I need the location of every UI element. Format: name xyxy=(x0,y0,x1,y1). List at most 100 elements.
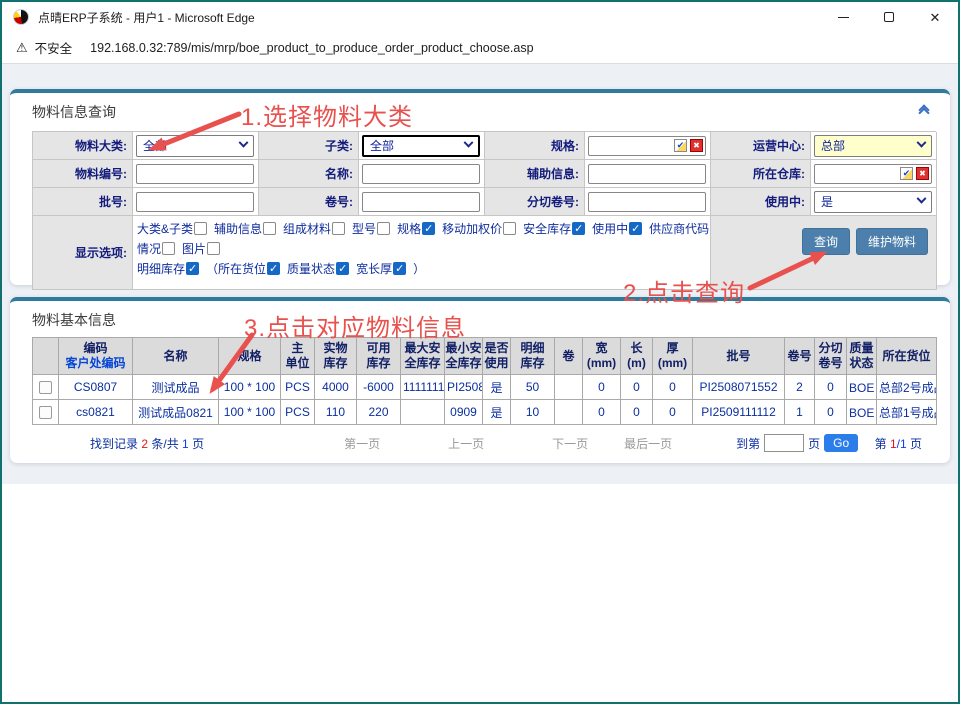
model-checkbox[interactable] xyxy=(377,222,390,235)
spec-checkbox[interactable] xyxy=(422,222,435,235)
table-cell[interactable]: 0 xyxy=(815,375,847,400)
option-aux-info: 辅助信息 xyxy=(214,222,283,236)
row-select-cell[interactable] xyxy=(33,400,59,425)
table-cell[interactable]: -6000 xyxy=(357,375,401,400)
column-header-text: 最大安 全库存 xyxy=(401,341,444,371)
batch-no-input[interactable] xyxy=(136,192,254,212)
table-cell[interactable]: 0 xyxy=(621,375,653,400)
material-name-input[interactable] xyxy=(362,164,480,184)
close-button[interactable]: ✕ xyxy=(912,2,958,32)
row-select-cell[interactable] xyxy=(33,375,59,400)
table-cell[interactable]: PCS xyxy=(281,375,315,400)
table-cell[interactable]: PI2509111112 xyxy=(693,400,785,425)
aux-info-checkbox[interactable] xyxy=(263,222,276,235)
spec-input[interactable]: ✔✖ xyxy=(588,136,706,156)
table-cell[interactable]: 总部2号成品 xyxy=(877,375,937,400)
sub-category-select[interactable]: 全部 xyxy=(362,135,480,157)
category-subcategory-checkbox[interactable] xyxy=(194,222,207,235)
table-cell[interactable]: 测试成品 xyxy=(133,375,219,400)
table-cell[interactable]: BOE良 xyxy=(847,400,877,425)
in-use-select[interactable]: 是 xyxy=(814,191,932,213)
table-cell[interactable]: 2 xyxy=(785,375,815,400)
composed-material-checkbox[interactable] xyxy=(332,222,345,235)
lookup-edit-icon[interactable]: ✔ xyxy=(900,167,913,180)
material-code-input[interactable] xyxy=(136,164,254,184)
table-cell[interactable]: 1 xyxy=(785,400,815,425)
table-cell[interactable]: 0 xyxy=(621,400,653,425)
quality-status-checkbox[interactable] xyxy=(336,262,349,275)
option-label: 组成材料 xyxy=(283,222,331,236)
aux-info-input[interactable] xyxy=(588,164,706,184)
table-cell[interactable] xyxy=(555,400,583,425)
table-cell[interactable]: 10 xyxy=(511,400,555,425)
table-cell[interactable]: PI2508071552 xyxy=(693,375,785,400)
safety-stock-checkbox[interactable] xyxy=(572,222,585,235)
table-cell[interactable]: 220 xyxy=(357,400,401,425)
roll-no-input[interactable] xyxy=(362,192,480,212)
table-cell[interactable]: 0909 xyxy=(445,400,483,425)
page-indicator-suffix: 页 xyxy=(907,437,922,451)
address-bar[interactable]: ⚠ 不安全 192.168.0.32:789/mis/mrp/boe_produ… xyxy=(2,32,958,64)
table-cell[interactable]: 是 xyxy=(483,375,511,400)
ignore-stock-situation-checkbox[interactable] xyxy=(162,242,175,255)
operation-center-select[interactable]: 总部 xyxy=(814,135,932,157)
column-header: 明细 库存 xyxy=(511,338,555,375)
table-cell[interactable]: 0 xyxy=(583,400,621,425)
roll-no-label: 卷号: xyxy=(259,188,359,216)
next-page-link[interactable]: 下一页 xyxy=(552,435,588,452)
table-cell[interactable]: 0 xyxy=(653,400,693,425)
picture-checkbox[interactable] xyxy=(207,242,220,255)
slit-roll-no-input[interactable] xyxy=(588,192,706,212)
first-page-link[interactable]: 第一页 xyxy=(344,435,380,452)
row-checkbox[interactable] xyxy=(39,381,52,394)
table-cell[interactable] xyxy=(401,400,445,425)
table-cell[interactable]: 0 xyxy=(815,400,847,425)
row-checkbox[interactable] xyxy=(39,406,52,419)
clear-icon[interactable]: ✖ xyxy=(916,167,929,180)
prev-page-link[interactable]: 上一页 xyxy=(448,435,484,452)
table-cell[interactable]: CS0807 xyxy=(59,375,133,400)
table-row[interactable]: CS0807测试成品100 * 100PCS4000-60001111111PI… xyxy=(33,375,937,400)
table-cell[interactable]: BOE良 xyxy=(847,375,877,400)
table-row[interactable]: cs0821测试成品0821100 * 100PCS1102200909是100… xyxy=(33,400,937,425)
moving-weighted-price-checkbox[interactable] xyxy=(503,222,516,235)
warehouse-input[interactable]: ✔✖ xyxy=(814,164,932,184)
chevron-down-icon xyxy=(239,138,249,148)
table-cell[interactable]: 1111111 xyxy=(401,375,445,400)
in-use-checkbox[interactable] xyxy=(629,222,642,235)
table-cell[interactable]: 测试成品0821 xyxy=(133,400,219,425)
option-label: 规格 xyxy=(397,222,421,236)
maximize-button[interactable] xyxy=(866,2,912,32)
table-cell[interactable]: 50 xyxy=(511,375,555,400)
query-button[interactable]: 查询 xyxy=(802,228,850,255)
go-button[interactable]: Go xyxy=(824,434,858,452)
table-cell[interactable]: 是 xyxy=(483,400,511,425)
clear-icon[interactable]: ✖ xyxy=(690,139,703,152)
table-cell[interactable]: PCS xyxy=(281,400,315,425)
last-page-link[interactable]: 最后一页 xyxy=(624,435,672,452)
table-cell[interactable]: 0 xyxy=(653,375,693,400)
column-header-text: 所在货位 xyxy=(877,349,936,364)
table-cell[interactable]: 110 xyxy=(315,400,357,425)
width-length-thickness-checkbox[interactable] xyxy=(393,262,406,275)
goto-page-input[interactable] xyxy=(764,434,804,452)
column-header-text: 厚 (mm) xyxy=(653,341,692,371)
detail-stock-checkbox[interactable] xyxy=(186,262,199,275)
minimize-button[interactable] xyxy=(820,2,866,32)
table-cell[interactable]: 0 xyxy=(583,375,621,400)
table-cell[interactable]: 100 * 100 xyxy=(219,375,281,400)
storage-location-checkbox[interactable] xyxy=(267,262,280,275)
column-header: 批号 xyxy=(693,338,785,375)
material-category-select[interactable]: 全部 xyxy=(136,135,254,157)
table-cell[interactable]: PI25080 xyxy=(445,375,483,400)
table-cell[interactable]: 4000 xyxy=(315,375,357,400)
table-cell[interactable]: 总部1号成品 xyxy=(877,400,937,425)
table-cell[interactable]: 100 * 100 xyxy=(219,400,281,425)
operation-center-cell: 总部 xyxy=(811,132,937,160)
lookup-edit-icon[interactable]: ✔ xyxy=(674,139,687,152)
table-cell[interactable]: cs0821 xyxy=(59,400,133,425)
collapse-panel-icon[interactable] xyxy=(916,106,932,120)
close-icon: ✕ xyxy=(930,11,941,24)
table-cell[interactable] xyxy=(555,375,583,400)
maintain-material-button[interactable]: 维护物料 xyxy=(856,228,928,255)
